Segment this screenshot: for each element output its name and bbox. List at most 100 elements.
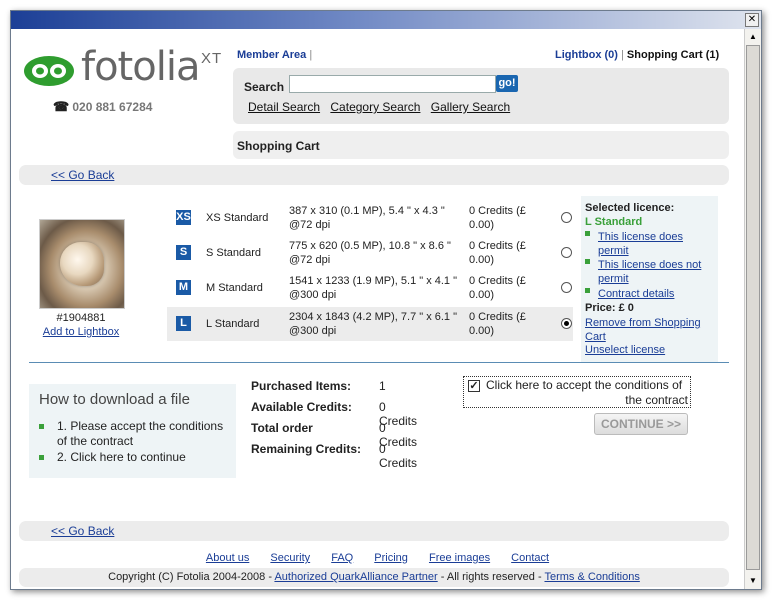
logo-text: fotolia bbox=[81, 44, 200, 90]
bullet-icon bbox=[39, 424, 44, 429]
licence-permits-link[interactable]: This license does permit bbox=[598, 230, 713, 258]
licence-not-permits-item: This license does not permit bbox=[585, 258, 715, 285]
size-badge: S bbox=[176, 245, 191, 260]
copyright-bar: Copyright (C) Fotolia 2004-2008 - Author… bbox=[19, 568, 729, 587]
phone-number: ☎ 020 881 67284 bbox=[53, 99, 152, 115]
licence-price: Price: £ 0 bbox=[585, 302, 634, 314]
size-row-s[interactable]: S S Standard 775 x 620 (0.5 MP), 10.8 " … bbox=[167, 236, 573, 270]
copyright-text: Copyright (C) Fotolia 2004-2008 - bbox=[108, 571, 272, 583]
size-row-l[interactable]: L L Standard 2304 x 1843 (4.2 MP), 7.7 "… bbox=[167, 307, 573, 341]
image-thumbnail[interactable] bbox=[39, 219, 125, 309]
how-to-title: How to download a file bbox=[39, 391, 190, 408]
vertical-scrollbar[interactable]: ▲ ▼ bbox=[744, 29, 761, 589]
footer-free-images-link[interactable]: Free images bbox=[429, 552, 490, 564]
accept-checkbox[interactable]: ✓ bbox=[468, 380, 480, 392]
size-dimensions: 775 x 620 (0.5 MP), 10.8 " x 8.6 " @72 d… bbox=[289, 240, 451, 266]
size-radio-l[interactable] bbox=[561, 318, 572, 329]
logo-suffix: XT bbox=[201, 50, 223, 67]
footer-about-link[interactable]: About us bbox=[206, 552, 249, 564]
footer-links: About us Security FAQ Pricing Free image… bbox=[11, 552, 744, 564]
available-label: Available Credits: bbox=[251, 400, 352, 414]
search-label: Search bbox=[244, 80, 285, 94]
scroll-up-icon[interactable]: ▲ bbox=[746, 30, 760, 44]
bullet-icon bbox=[39, 455, 44, 460]
accept-text-line-2: the contract bbox=[625, 393, 688, 407]
size-name: XS Standard bbox=[206, 212, 269, 224]
bullet-icon bbox=[585, 230, 590, 236]
unselect-license-link[interactable]: Unselect license bbox=[585, 344, 665, 356]
footer-faq-link[interactable]: FAQ bbox=[331, 552, 353, 564]
nav-separator: | bbox=[309, 49, 313, 61]
licence-panel: Selected licence: L Standard This licens… bbox=[581, 196, 718, 363]
size-credits: 0 Credits (£ 0.00) bbox=[469, 275, 526, 301]
purchased-value: 1 bbox=[379, 379, 386, 393]
size-radio-xs[interactable] bbox=[561, 212, 572, 223]
accept-conditions[interactable]: ✓ Click here to accept the conditions of… bbox=[463, 376, 691, 408]
bullet-icon bbox=[585, 287, 590, 293]
licence-not-permits-link[interactable]: This license does not permit bbox=[598, 258, 716, 286]
contract-details-link[interactable]: Contract details bbox=[598, 287, 674, 301]
category-search-link[interactable]: Category Search bbox=[330, 100, 420, 114]
bullet-icon bbox=[585, 258, 590, 264]
size-badge: XS bbox=[176, 210, 191, 225]
size-dimensions: 387 x 310 (0.1 MP), 5.4 " x 4.3 " @72 dp… bbox=[289, 205, 445, 231]
remaining-label: Remaining Credits: bbox=[251, 442, 362, 456]
contract-details-item: Contract details bbox=[585, 287, 715, 301]
total-label: Total order bbox=[251, 421, 313, 435]
title-bar: ✕ bbox=[11, 11, 761, 29]
page-content: fotolia XT ☎ 020 881 67284 Member Area |… bbox=[11, 29, 744, 589]
nav-separator: | bbox=[621, 49, 624, 61]
licence-permits-item: This license does permit bbox=[585, 230, 715, 257]
rights-text: - All rights reserved - bbox=[440, 571, 542, 583]
remaining-value: 0 Credits bbox=[379, 442, 418, 470]
phone-text: 020 881 67284 bbox=[72, 100, 153, 114]
size-dimensions: 1541 x 1233 (1.9 MP), 5.1 " x 4.1 " @300… bbox=[289, 275, 458, 301]
go-button[interactable]: go! bbox=[496, 75, 518, 92]
detail-search-link[interactable]: Detail Search bbox=[248, 100, 320, 114]
size-badge: M bbox=[176, 280, 191, 295]
close-icon[interactable]: ✕ bbox=[745, 13, 759, 27]
search-input[interactable] bbox=[289, 75, 496, 93]
go-back-link[interactable]: << Go Back bbox=[51, 524, 114, 538]
footer-contact-link[interactable]: Contact bbox=[511, 552, 549, 564]
partner-link[interactable]: Authorized QuarkAlliance Partner bbox=[274, 571, 437, 583]
top-nav-left: Member Area | bbox=[237, 49, 312, 61]
step-2-text: 2. Click here to continue bbox=[57, 450, 186, 464]
size-name: S Standard bbox=[206, 247, 262, 259]
image-id: #1904881 bbox=[56, 312, 106, 324]
go-back-link[interactable]: << Go Back bbox=[51, 168, 114, 182]
licence-heading: Selected licence: bbox=[585, 202, 675, 214]
footer-security-link[interactable]: Security bbox=[270, 552, 310, 564]
scroll-down-icon[interactable]: ▼ bbox=[746, 574, 760, 588]
size-credits: 0 Credits (£ 0.00) bbox=[469, 311, 526, 337]
scroll-thumb[interactable] bbox=[746, 45, 760, 570]
size-row-m[interactable]: M M Standard 1541 x 1233 (1.9 MP), 5.1 "… bbox=[167, 271, 573, 305]
lightbox-link[interactable]: Lightbox (0) bbox=[555, 49, 618, 61]
licence-name: L Standard bbox=[585, 216, 643, 228]
size-name: M Standard bbox=[206, 282, 263, 294]
purchased-label: Purchased Items: bbox=[251, 379, 352, 393]
continue-button[interactable]: CONTINUE >> bbox=[594, 413, 688, 435]
shell-image bbox=[60, 242, 104, 286]
size-row-xs[interactable]: XS XS Standard 387 x 310 (0.1 MP), 5.4 "… bbox=[167, 201, 573, 235]
accept-text-line-1: Click here to accept the conditions of bbox=[486, 378, 683, 392]
member-area-link[interactable]: Member Area bbox=[237, 49, 306, 61]
how-to-download-panel: How to download a file 1. Please accept … bbox=[29, 384, 236, 478]
size-radio-s[interactable] bbox=[561, 247, 572, 258]
remove-from-cart-link[interactable]: Remove from Shopping Cart bbox=[585, 316, 710, 344]
search-links: Detail Search Category Search Gallery Se… bbox=[248, 100, 517, 114]
size-credits: 0 Credits (£ 0.00) bbox=[469, 205, 526, 231]
add-to-lightbox-link[interactable]: Add to Lightbox bbox=[39, 326, 123, 338]
fotolia-logo[interactable]: fotolia XT bbox=[23, 44, 223, 102]
terms-link[interactable]: Terms & Conditions bbox=[544, 571, 639, 583]
footer-pricing-link[interactable]: Pricing bbox=[374, 552, 408, 564]
logo-rings-icon bbox=[24, 56, 74, 86]
step-1-text: 1. Please accept the conditions of the c… bbox=[57, 419, 224, 448]
gallery-search-link[interactable]: Gallery Search bbox=[431, 100, 510, 114]
popup-window: ✕ fotolia XT ☎ 020 881 67284 Member Area… bbox=[10, 10, 762, 590]
go-back-bar-bottom: << Go Back bbox=[19, 521, 729, 541]
size-dimensions: 2304 x 1843 (4.2 MP), 7.7 " x 6.1 " @300… bbox=[289, 311, 458, 337]
top-nav-right: Lightbox (0) | Shopping Cart (1) bbox=[555, 49, 719, 61]
shopping-cart-link[interactable]: Shopping Cart (1) bbox=[627, 49, 719, 61]
size-radio-m[interactable] bbox=[561, 282, 572, 293]
